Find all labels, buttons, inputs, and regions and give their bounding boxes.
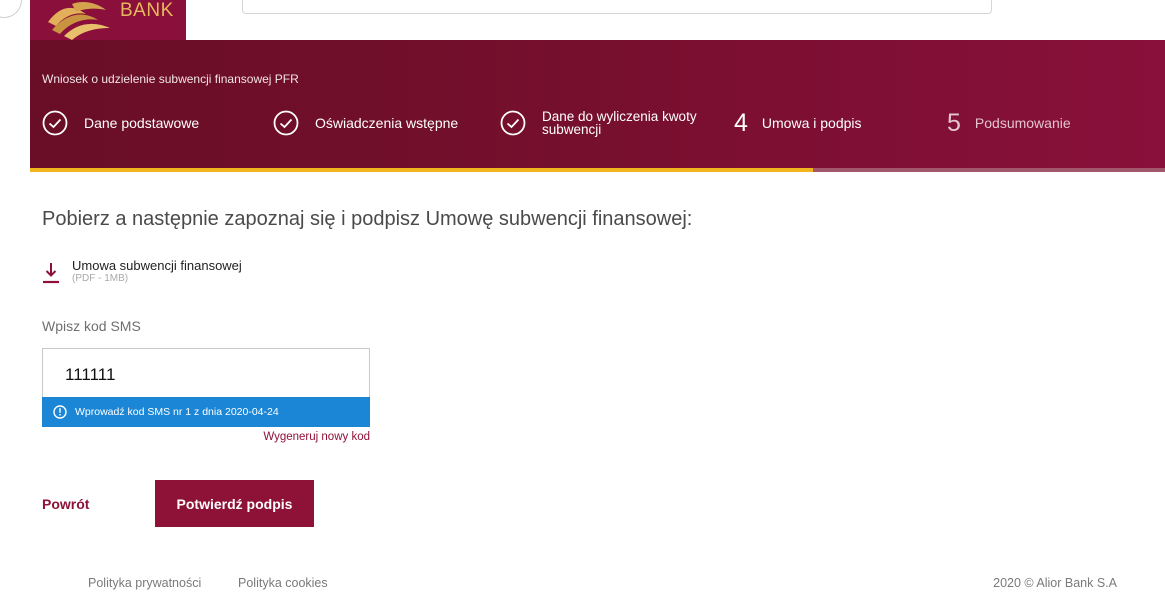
logo-emblem-icon [48,2,110,40]
regenerate-code-link[interactable]: Wygeneruj nowy kod [228,431,370,443]
application-title: Wniosek o udzielenie subwencji finansowe… [42,72,299,86]
back-link[interactable]: Powrót [42,496,89,512]
download-icon [43,263,59,284]
step-number: 4 [734,109,748,137]
step-label: Dane podstawowe [84,115,200,131]
bank-logo[interactable]: BANK [30,0,186,40]
step-label: Umowa i podpis [761,115,862,131]
progress-bar-fill [30,168,814,172]
info-icon [53,405,67,419]
step-oswiadczenia: Oświadczenia wstępne [273,108,458,138]
address-bar[interactable] [242,0,992,14]
sms-code-field [42,348,370,398]
logo-text: BANK [120,0,174,21]
check-circle-icon [273,110,299,136]
back-circle-button[interactable] [0,0,22,18]
page-heading: Pobierz a następnie zapoznaj się i podpi… [42,208,693,230]
step-dane-do-wyliczenia: Dane do wyliczenia kwoty subwencji [500,108,697,138]
application-banner: Wniosek o udzielenie subwencji finansowe… [30,40,1165,172]
step-number: 5 [947,109,961,137]
document-meta: (PDF - 1MB) [72,273,129,284]
cookies-policy-link[interactable]: Polityka cookies [238,576,328,590]
top-bar: BANK [0,0,1165,40]
step-label: Podsumowanie [974,115,1071,131]
progress-bar [30,168,1165,172]
sms-info-message: Wprowadź kod SMS nr 1 z dnia 2020-04-24 [42,397,370,427]
document-title: Umowa subwencji finansowej [72,258,242,273]
step-label: Dane do wyliczenia kwoty subwencji [542,110,697,137]
confirm-signature-button[interactable]: Potwierdź podpis [155,480,314,527]
copyright-text: 2020 © Alior Bank S.A [993,576,1117,590]
sms-info-text: Wprowadź kod SMS nr 1 z dnia 2020-04-24 [75,406,279,418]
step-umowa-i-podpis: 4 Umowa i podpis [734,108,862,138]
step-label-line-2: subwencji [542,122,602,137]
check-circle-icon [42,110,68,136]
check-circle-icon [500,110,526,136]
step-podsumowanie: 5 Podsumowanie [947,108,1071,138]
sms-code-input[interactable] [65,363,355,387]
download-agreement-link[interactable]: Umowa subwencji finansowej (PDF - 1MB) [42,258,242,288]
step-label: Oświadczenia wstępne [315,115,459,131]
sms-code-label: Wpisz kod SMS [42,318,141,334]
step-dane-podstawowe: Dane podstawowe [42,108,199,138]
privacy-policy-link[interactable]: Polityka prywatności [88,576,201,590]
